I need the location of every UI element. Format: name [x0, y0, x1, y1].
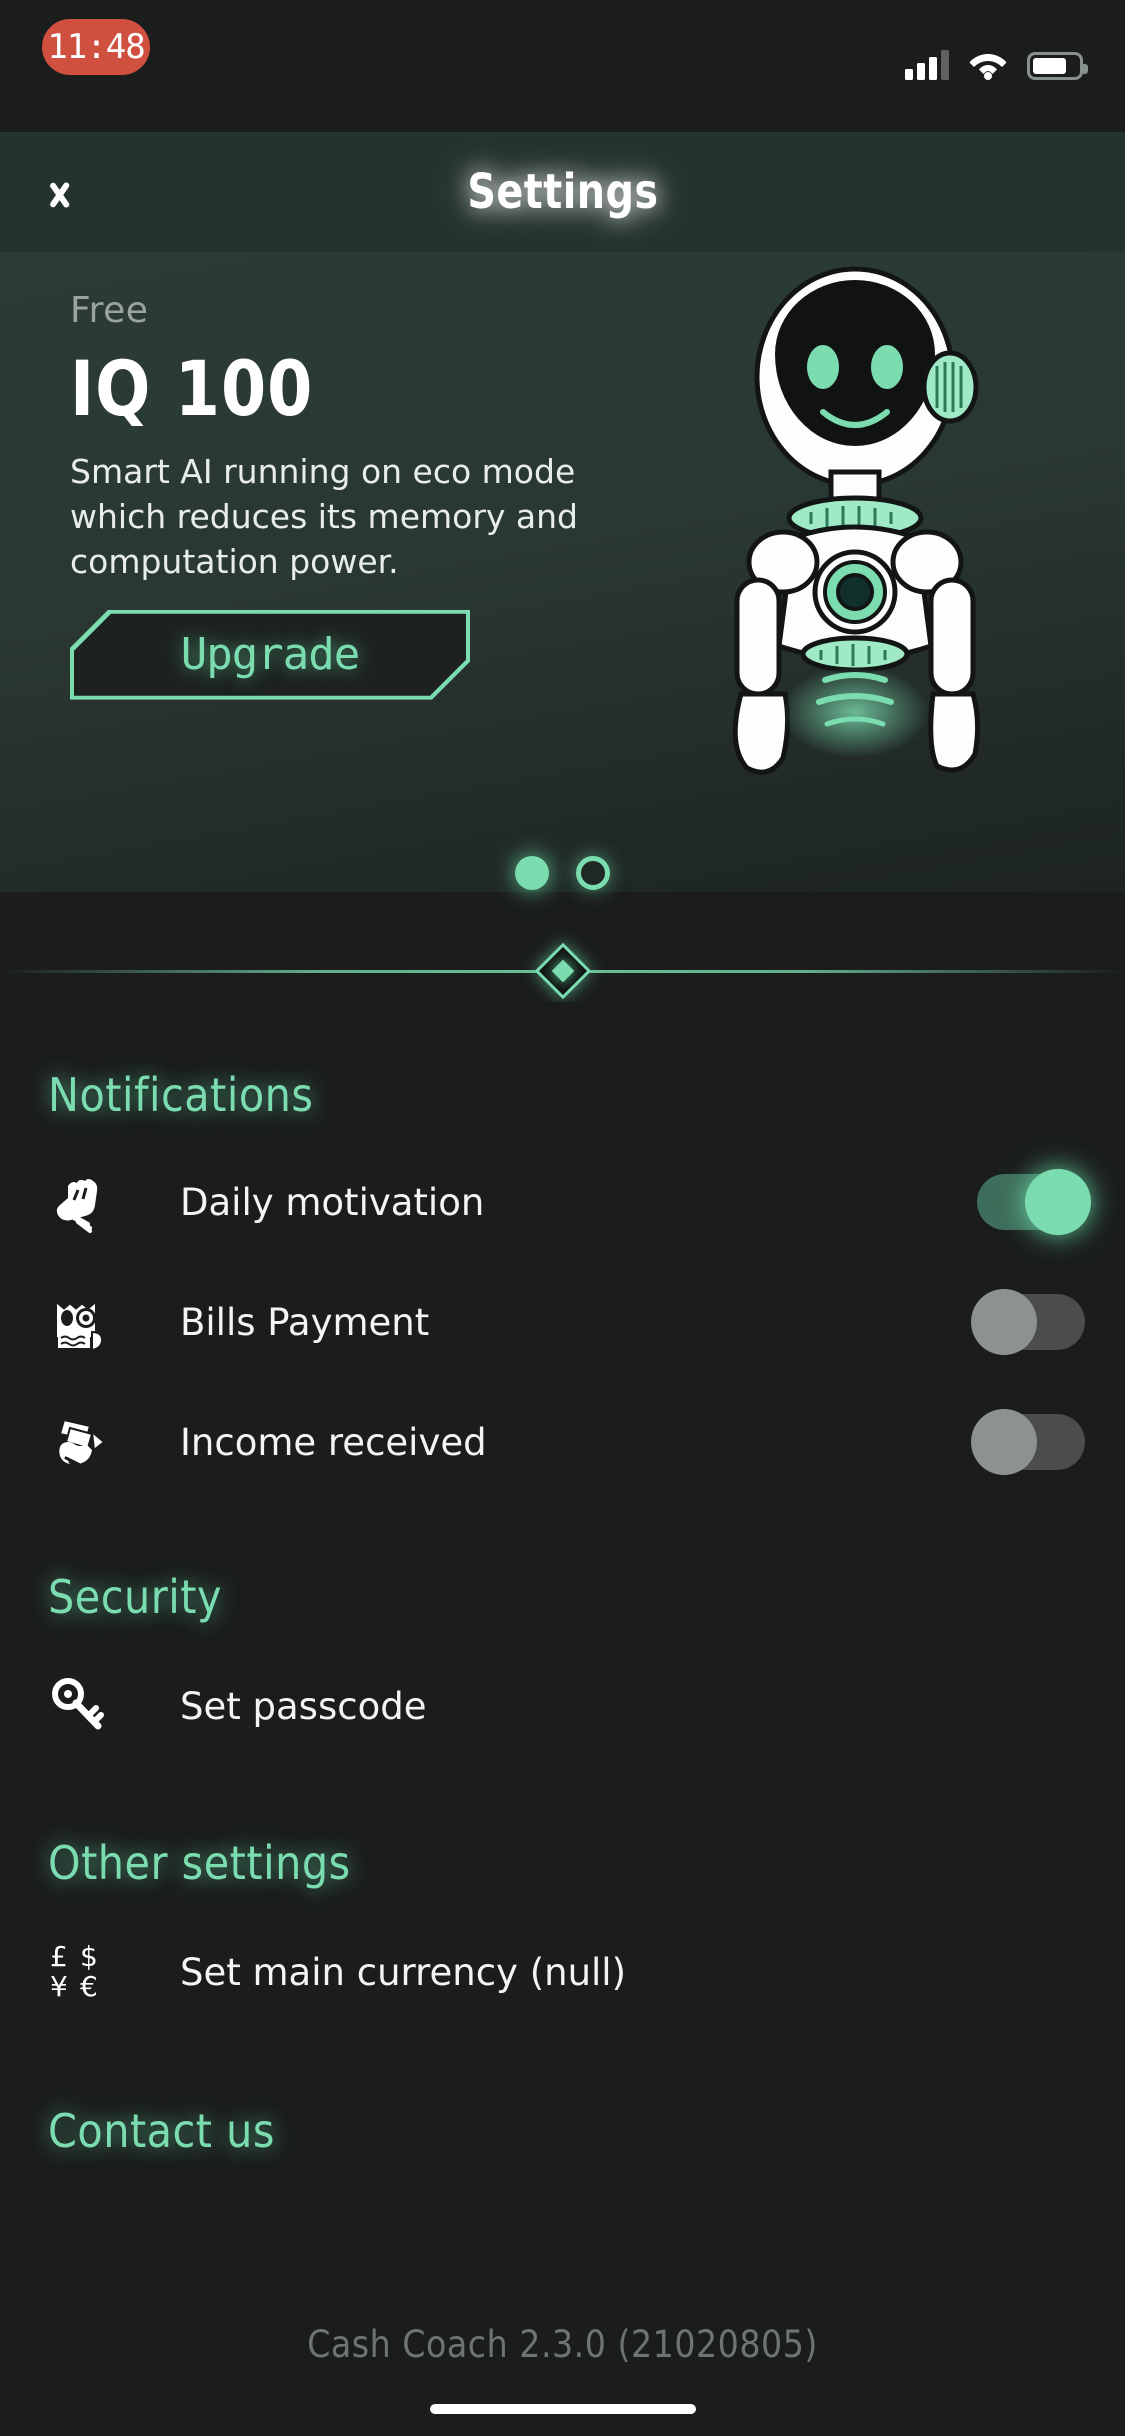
recording-time-pill[interactable]: 11:48 [42, 19, 150, 75]
back-button[interactable] [30, 132, 120, 252]
page-header: Settings [0, 132, 1125, 252]
settings-row-bills-payment[interactable]: Bills Payment [0, 1262, 1125, 1382]
toggle-income-received[interactable] [971, 1409, 1085, 1475]
toggle-daily-motivation[interactable] [977, 1169, 1091, 1235]
wifi-icon [969, 54, 1007, 80]
home-indicator[interactable] [429, 2404, 696, 2414]
plan-tier-label: Free [70, 290, 149, 331]
pagination-dot-active[interactable] [515, 856, 549, 890]
app-version-text: Cash Coach 2.3.0 (21020805) [307, 2323, 818, 2366]
pagination-dot-inactive[interactable] [576, 856, 610, 890]
settings-row-label: Set passcode [180, 1684, 427, 1728]
fist-icon [48, 1170, 134, 1234]
plan-iq-label: IQ 100 [70, 344, 314, 433]
page-title: Settings [466, 164, 659, 220]
status-bar-indicators [905, 40, 1088, 80]
currency-icon: £ $ ¥ € [48, 1940, 134, 2004]
section-title-contact-us[interactable]: Contact us [0, 2104, 1125, 2158]
settings-row-label: Set main currency (null) [180, 1950, 627, 1994]
bill-icon [48, 1290, 134, 1354]
upgrade-button[interactable]: Upgrade [70, 610, 470, 700]
settings-row-income-received[interactable]: Income received [0, 1382, 1125, 1502]
settings-content: Notifications Daily motivation Bills Pay… [0, 1002, 1125, 2436]
settings-row-label: Bills Payment [180, 1300, 430, 1344]
plan-description: Smart AI running on eco mode which reduc… [70, 451, 579, 581]
plan-hero-card[interactable]: Free IQ 100 Smart AI running on eco mode… [0, 252, 1125, 892]
status-bar-time: 11:48 [47, 27, 145, 67]
status-bar: 11:48 [0, 0, 1125, 132]
battery-icon [1027, 52, 1088, 80]
settings-row-label: Daily motivation [180, 1180, 485, 1224]
section-title-other-settings: Other settings [48, 1836, 351, 1890]
cellular-signal-icon [905, 50, 949, 80]
chevron-left-icon [60, 166, 90, 218]
toggle-knob [971, 1289, 1037, 1355]
svg-text:¥: ¥ [50, 1970, 68, 2003]
toggle-knob [971, 1409, 1037, 1475]
plan-hero-text: Free IQ 100 Smart AI running on eco mode… [70, 290, 630, 700]
settings-row-daily-motivation[interactable]: Daily motivation [0, 1142, 1125, 1262]
settings-row-label: Income received [180, 1420, 487, 1464]
key-icon [48, 1674, 134, 1738]
section-title-security: Security [48, 1570, 222, 1624]
robot-avatar-illustration [732, 266, 981, 775]
section-divider [0, 942, 1125, 1002]
svg-text:€: € [80, 1970, 98, 2003]
hero-pagination[interactable] [0, 856, 1125, 890]
svg-text:$: $ [80, 1940, 98, 1973]
settings-row-set-passcode[interactable]: Set passcode [0, 1646, 1125, 1766]
toggle-knob [1025, 1169, 1091, 1235]
settings-row-set-main-currency[interactable]: £ $ ¥ € Set main currency (null) [0, 1912, 1125, 2032]
upgrade-button-label: Upgrade [180, 629, 360, 681]
cash-hand-icon [48, 1410, 134, 1474]
section-title-notifications: Notifications [48, 1068, 314, 1122]
svg-text:£: £ [50, 1940, 68, 1973]
toggle-bills-payment[interactable] [971, 1289, 1085, 1355]
